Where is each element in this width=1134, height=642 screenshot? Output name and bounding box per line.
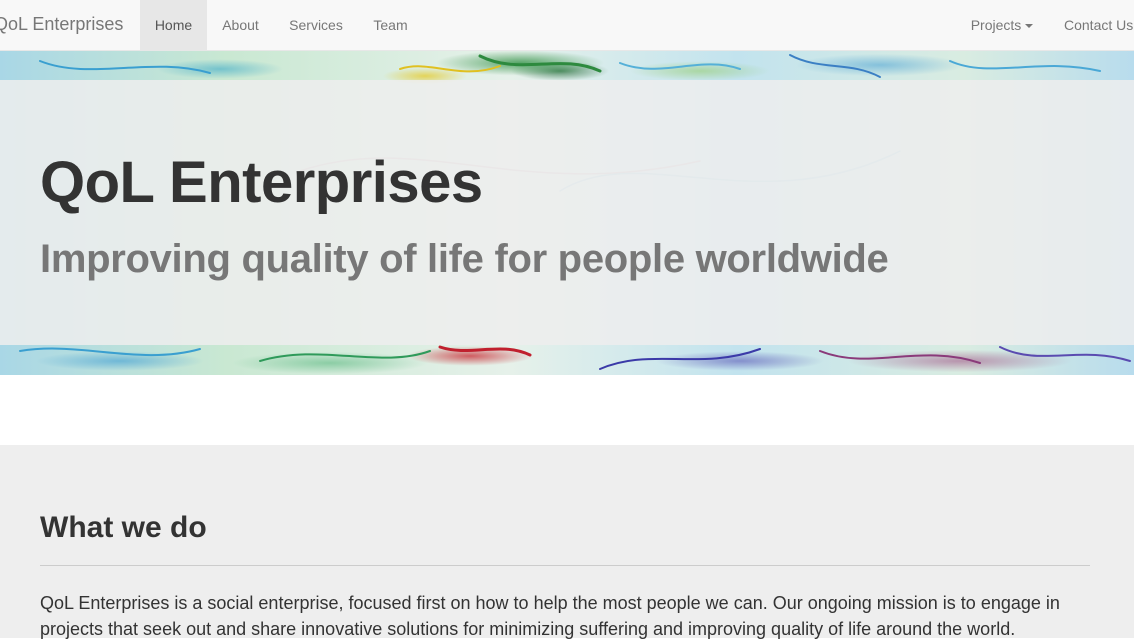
nav-projects-label: Projects [970,17,1022,33]
nav-team[interactable]: Team [358,0,423,50]
brand-link[interactable]: QoL Enterprises [0,14,123,35]
hero-title: QoL Enterprises [40,150,483,215]
nav-home[interactable]: Home [140,0,207,50]
section-heading: What we do [40,511,207,544]
nav-projects-dropdown[interactable]: Projects [955,0,1049,50]
nav-contact[interactable]: Contact Us [1049,0,1134,50]
what-we-do-section: What we do QoL Enterprises is a social e… [0,445,1134,639]
top-navbar: QoL Enterprises Home About Services Team… [0,0,1134,51]
section-divider [40,565,1090,566]
nav-about[interactable]: About [207,0,274,50]
hero-jumbotron: QoL Enterprises Improving quality of lif… [0,80,1134,345]
chevron-down-icon [1025,24,1034,29]
hero-banner: QoL Enterprises Improving quality of lif… [0,51,1134,375]
hero-subtitle: Improving quality of life for people wor… [40,237,889,281]
nav-services[interactable]: Services [274,0,358,50]
section-description: QoL Enterprises is a social enterprise, … [40,593,1060,639]
